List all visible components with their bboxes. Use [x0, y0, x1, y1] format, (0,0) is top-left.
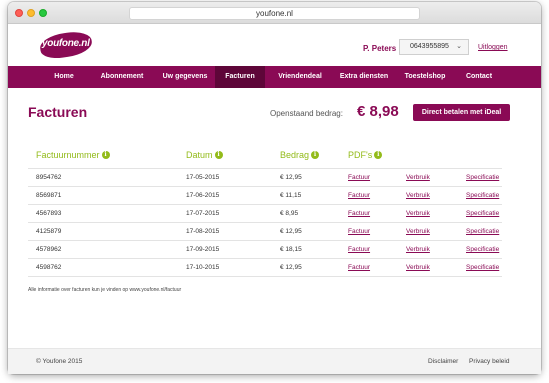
phone-number-value: 0643955895 [410, 43, 449, 50]
user-name: P. Peters [363, 44, 397, 53]
column-header-bedrag: Bedrag i [280, 150, 320, 160]
nav-item-facturen[interactable]: Facturen [215, 66, 265, 88]
address-bar[interactable]: youfone.nl [129, 7, 420, 20]
invoice-number: 4125879 [36, 228, 62, 235]
factuur-pdf-link[interactable]: Factuur [348, 174, 370, 181]
site-header: youfone.nl P. Peters 0643955895 ⌄ Uitlog… [8, 24, 541, 66]
table-row: 8569871 17-06-2015 € 11,15 Factuur Verbruik S… [28, 186, 502, 204]
nav-item-toestelshop[interactable]: Toestelshop [399, 66, 451, 88]
nav-item-vriendendeal[interactable]: Vriendendeal [270, 66, 330, 88]
invoice-number: 4598762 [36, 264, 62, 271]
invoice-number: 8569871 [36, 192, 62, 199]
table-row: 4598762 17-10-2015 € 12,95 Factuur Verbruik S… [28, 258, 502, 276]
verbruik-pdf-link[interactable]: Verbruik [406, 264, 430, 271]
chevron-down-icon: ⌄ [456, 43, 462, 50]
nav-item-extra-diensten[interactable]: Extra diensten [335, 66, 393, 88]
verbruik-pdf-link[interactable]: Verbruik [406, 192, 430, 199]
pay-ideal-button[interactable]: Direct betalen met iDeal [413, 104, 510, 121]
browser-titlebar: youfone.nl [8, 2, 541, 24]
invoice-amount: € 12,95 [280, 174, 302, 181]
info-icon[interactable]: i [214, 151, 223, 159]
specificatie-pdf-link[interactable]: Specificatie [466, 246, 499, 253]
specificatie-pdf-link[interactable]: Specificatie [466, 192, 499, 199]
invoice-amount: € 11,15 [280, 192, 302, 199]
column-header-datum: Datum i [186, 150, 223, 160]
invoice-date: 17-05-2015 [186, 174, 220, 181]
site-footer: © Youfone 2015 Disclaimer Privacy beleid [8, 348, 541, 374]
verbruik-pdf-link[interactable]: Verbruik [406, 210, 430, 217]
nav-item-home[interactable]: Home [45, 66, 83, 88]
specificatie-pdf-link[interactable]: Specificatie [466, 174, 499, 181]
factuur-pdf-link[interactable]: Factuur [348, 210, 370, 217]
main-nav: Home Abonnement Uw gegevens Facturen Vri… [8, 66, 541, 88]
privacy-link[interactable]: Privacy beleid [469, 358, 509, 365]
table-row: 4567893 17-07-2015 € 8,95 Factuur Verbruik Sp… [28, 204, 502, 222]
invoice-amount: € 12,95 [280, 228, 302, 235]
invoice-amount: € 18,15 [280, 246, 302, 253]
footnote: Alle informatie over facturen kun je vin… [28, 287, 182, 293]
outstanding-amount: € 8,98 [357, 103, 399, 120]
youfone-logo[interactable]: youfone.nl [38, 29, 94, 61]
info-icon[interactable]: i [374, 151, 383, 159]
invoice-date: 17-07-2015 [186, 210, 220, 217]
invoice-amount: € 8,95 [280, 210, 299, 217]
nav-item-uw-gegevens[interactable]: Uw gegevens [156, 66, 214, 88]
column-header-pdfs: PDF's i [348, 150, 383, 160]
logo-text: youfone.nl [42, 38, 90, 50]
invoice-date: 17-10-2015 [186, 264, 220, 271]
verbruik-pdf-link[interactable]: Verbruik [406, 246, 430, 253]
factuur-pdf-link[interactable]: Factuur [348, 228, 370, 235]
nav-item-contact[interactable]: Contact [458, 66, 500, 88]
invoice-number: 4578962 [36, 246, 62, 253]
invoice-date: 17-08-2015 [186, 228, 220, 235]
info-icon[interactable]: i [311, 151, 320, 159]
column-label: PDF's [348, 150, 373, 160]
phone-number-select[interactable]: 0643955895 ⌄ [399, 39, 469, 55]
disclaimer-link[interactable]: Disclaimer [428, 358, 458, 365]
verbruik-pdf-link[interactable]: Verbruik [406, 174, 430, 181]
column-label: Bedrag [280, 150, 310, 160]
close-window-button[interactable] [15, 9, 23, 17]
table-row: 8954762 17-05-2015 € 12,95 Factuur Verbruik S… [28, 168, 502, 186]
factuur-pdf-link[interactable]: Factuur [348, 192, 370, 199]
outstanding-label: Openstaand bedrag: [270, 109, 343, 118]
invoice-date: 17-09-2015 [186, 246, 220, 253]
invoice-number: 8954762 [36, 174, 62, 181]
table-row: 4578962 17-09-2015 € 18,15 Factuur Verbruik S… [28, 240, 502, 258]
invoice-amount: € 12,95 [280, 264, 302, 271]
specificatie-pdf-link[interactable]: Specificatie [466, 264, 499, 271]
copyright: © Youfone 2015 [36, 358, 83, 365]
table-bottom-border [28, 276, 502, 277]
factuur-pdf-link[interactable]: Factuur [348, 264, 370, 271]
info-icon[interactable]: i [101, 151, 110, 159]
invoice-date: 17-06-2015 [186, 192, 220, 199]
column-header-factuurnummer: Factuurnummer i [36, 150, 110, 160]
page-title: Facturen [28, 104, 88, 120]
table-row: 4125879 17-08-2015 € 12,95 Factuur Verbruik S… [28, 222, 502, 240]
nav-item-abonnement[interactable]: Abonnement [91, 66, 153, 88]
minimize-window-button[interactable] [27, 9, 35, 17]
invoice-number: 4567893 [36, 210, 62, 217]
zoom-window-button[interactable] [39, 9, 47, 17]
specificatie-pdf-link[interactable]: Specificatie [466, 210, 499, 217]
specificatie-pdf-link[interactable]: Specificatie [466, 228, 499, 235]
verbruik-pdf-link[interactable]: Verbruik [406, 228, 430, 235]
column-label: Datum [186, 150, 213, 160]
logout-link[interactable]: Uitloggen [478, 44, 508, 51]
factuur-pdf-link[interactable]: Factuur [348, 246, 370, 253]
column-label: Factuurnummer [36, 150, 100, 160]
